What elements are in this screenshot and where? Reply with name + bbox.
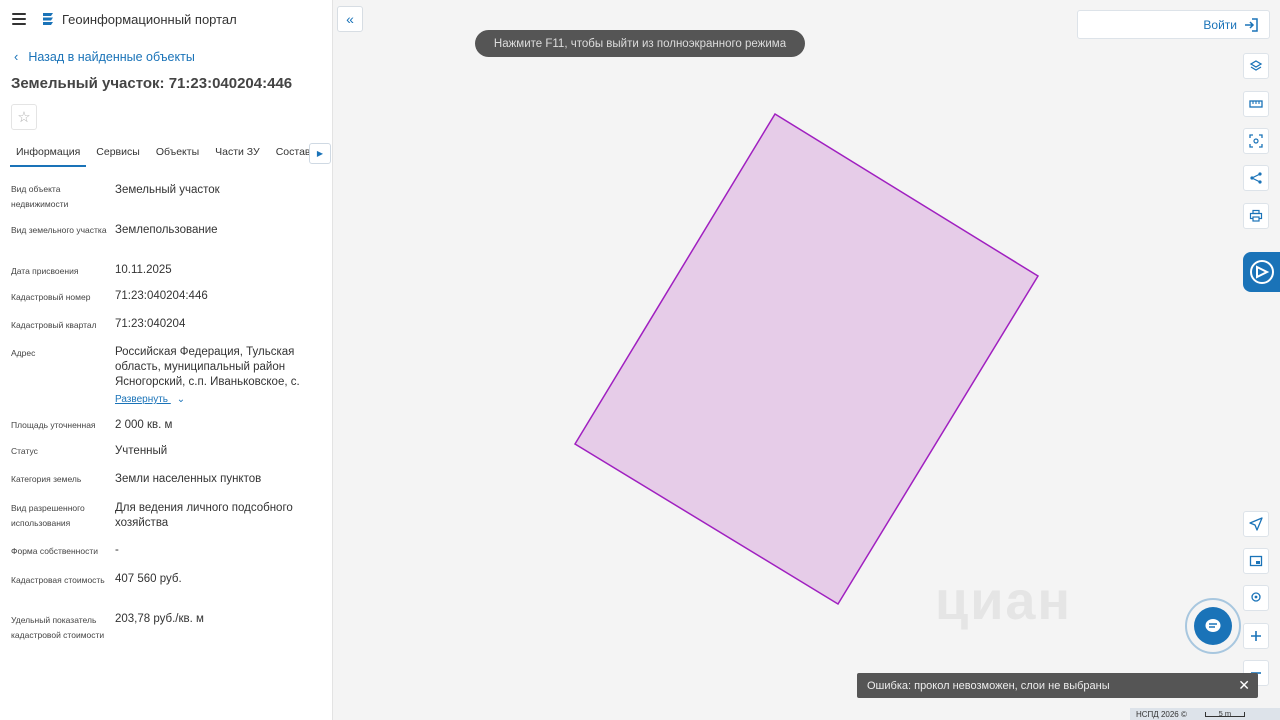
land-parcel-polygon[interactable]	[573, 112, 1040, 606]
tab-parts[interactable]: Части ЗУ	[209, 141, 266, 167]
layers-icon	[1249, 60, 1263, 71]
scale-label: 5 m	[1204, 709, 1245, 717]
map-svg	[573, 112, 1040, 606]
property-value: Учтенный	[115, 445, 168, 457]
page-title: Земельный участок: 71:23:040204:446	[11, 75, 293, 92]
property-label: Форма собственности	[11, 546, 98, 556]
print-icon	[1249, 209, 1263, 222]
geolocate-button[interactable]	[1243, 511, 1269, 537]
property-label: Вид объекта недвижимости	[11, 184, 69, 209]
tab-information[interactable]: Информация	[10, 141, 87, 167]
minimap-button[interactable]	[1243, 548, 1269, 574]
chevron-left-icon: ‹	[14, 49, 19, 64]
property-value: Земельный участок	[115, 184, 220, 196]
chevron-down-icon: ⌄	[176, 394, 186, 405]
property-value: 10.11.2025	[115, 264, 172, 276]
minimap-icon	[1249, 555, 1263, 567]
location-pin-icon	[1251, 592, 1261, 602]
selection-icon	[1249, 134, 1263, 148]
login-button[interactable]: Войти	[1077, 10, 1270, 39]
layers-button[interactable]	[1243, 53, 1269, 79]
login-icon	[1245, 17, 1258, 32]
navigation-arrow-icon	[1249, 517, 1263, 531]
share-button[interactable]	[1243, 165, 1269, 191]
chat-button[interactable]	[1185, 598, 1241, 654]
property-value: Для ведения личного подсобного хозяйства	[115, 502, 293, 529]
property-label: Вид земельного участка	[11, 225, 107, 235]
property-value: -	[115, 544, 119, 556]
property-label: Удельный показатель кадастровой стоимост…	[11, 615, 105, 640]
measure-button[interactable]	[1243, 91, 1269, 117]
property-value: Российская Федерация, Тульская область, …	[115, 345, 315, 407]
map-footer: НСПД 2026 © 5 m	[1130, 708, 1280, 720]
login-label: Войти	[1203, 17, 1237, 32]
copyright-text: НСПД 2026 ©	[1136, 709, 1187, 719]
nspd-panel-tab[interactable]	[1243, 252, 1280, 292]
map-canvas[interactable]	[334, 0, 1280, 720]
property-value: 2 000 кв. м	[115, 419, 173, 431]
collapse-sidebar-button[interactable]: «	[337, 6, 363, 32]
property-value: 203,78 руб./кв. м	[115, 613, 204, 625]
property-label: Кадастровый квартал	[11, 320, 97, 330]
property-value: 71:23:040204:446	[115, 290, 208, 302]
location-search-button[interactable]	[1243, 585, 1269, 611]
toast-text: Ошибка: прокол невозможен, слои не выбра…	[867, 679, 1110, 692]
back-link-label: Назад в найденные объекты	[28, 49, 195, 64]
error-toast: Ошибка: прокол невозможен, слои не выбра…	[857, 673, 1258, 698]
app-title: Геоинформационный портал	[62, 11, 237, 27]
property-label: Площадь уточненная	[11, 420, 96, 430]
property-value: 407 560 руб.	[115, 573, 182, 585]
sidebar: Геоинформационный портал ‹ Назад в найде…	[0, 0, 333, 720]
area-select-button[interactable]	[1243, 128, 1269, 154]
property-label: Статус	[11, 446, 38, 456]
property-label: Вид разрешенного использования	[11, 503, 85, 528]
plus-icon	[1251, 631, 1261, 641]
menu-icon[interactable]	[12, 13, 26, 25]
scale-bar: 5 m	[1204, 709, 1245, 717]
share-icon	[1250, 172, 1262, 184]
property-label: Категория земель	[11, 474, 82, 484]
expand-label: Развернуть	[115, 394, 169, 405]
property-value: 71:23:040204	[115, 318, 186, 330]
tabs-scroll-right-icon[interactable]: ▶	[309, 143, 331, 164]
watermark: циан	[935, 571, 1073, 631]
property-value: Землепользование	[115, 224, 218, 236]
tab-services[interactable]: Сервисы	[90, 141, 146, 167]
property-value: Земли населенных пунктов	[115, 473, 262, 485]
ruler-icon	[1249, 100, 1263, 108]
address-text: Российская Федерация, Тульская область, …	[115, 346, 300, 388]
portal-logo-icon	[43, 13, 53, 25]
print-button[interactable]	[1243, 203, 1269, 229]
back-to-results-link[interactable]: ‹ Назад в найденные объекты	[14, 49, 195, 64]
expand-address-link[interactable]: Развернуть ⌄	[115, 392, 185, 407]
property-label: Кадастровый номер	[11, 292, 91, 302]
chat-icon	[1194, 607, 1232, 645]
nspd-logo-icon	[1249, 260, 1274, 284]
topbar: Геоинформационный портал	[0, 0, 332, 38]
close-icon[interactable]: ✕	[1238, 677, 1250, 694]
property-label: Дата присвоения	[11, 266, 79, 276]
property-label: Кадастровая стоимость	[11, 575, 105, 585]
fullscreen-hint: Нажмите F11, чтобы выйти из полноэкранно…	[475, 30, 805, 57]
tab-bar: Информация Сервисы Объекты Части ЗУ Сост…	[10, 141, 332, 167]
favorite-star-icon[interactable]: ☆	[11, 104, 37, 130]
tab-objects[interactable]: Объекты	[150, 141, 205, 167]
property-label: Адрес	[11, 348, 36, 358]
zoom-in-button[interactable]	[1243, 623, 1269, 649]
